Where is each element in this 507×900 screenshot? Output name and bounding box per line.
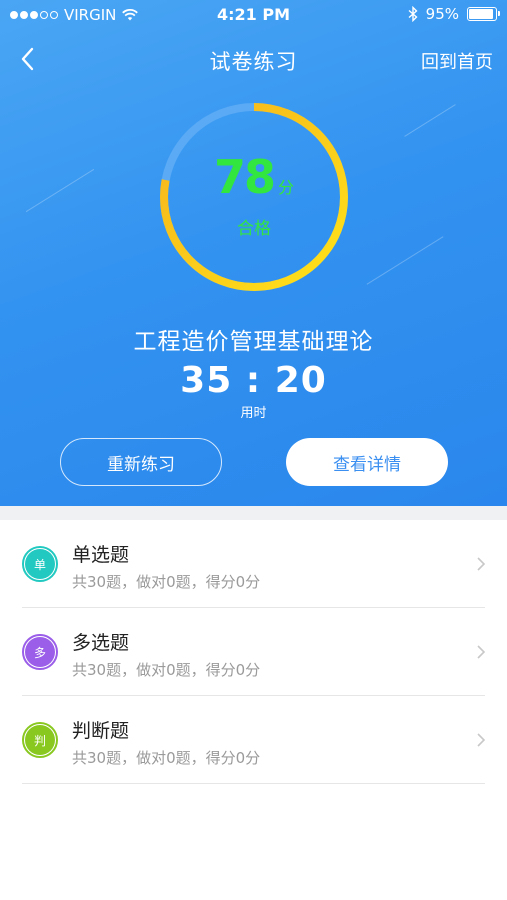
nav-bar: 试卷练习 回到首页: [0, 40, 507, 80]
home-link[interactable]: 回到首页: [421, 48, 493, 74]
section-summary: 共30题，做对0题，得分0分: [72, 749, 261, 767]
list-item-single-choice[interactable]: 单 单选题 共30题，做对0题，得分0分: [0, 520, 507, 608]
single-choice-badge-icon: 单: [22, 546, 58, 582]
list-item-multiple-choice[interactable]: 多 多选题 共30题，做对0题，得分0分: [0, 608, 507, 696]
section-summary: 共30题，做对0题，得分0分: [72, 573, 261, 591]
list-item-true-false[interactable]: 判 判断题 共30题，做对0题，得分0分: [0, 696, 507, 784]
chevron-right-icon: [477, 557, 486, 571]
section-divider: [0, 506, 507, 520]
result-header: VIRGIN 4:21 PM 95% 试卷练习 回到首页 78 分 合格 工程造…: [0, 0, 507, 506]
section-summary: 共30题，做对0题，得分0分: [72, 661, 261, 679]
multiple-choice-badge-icon: 多: [22, 634, 58, 670]
elapsed-time: 35 : 20: [180, 360, 327, 401]
bluetooth-icon: [408, 6, 418, 22]
section-name: 多选题: [72, 632, 130, 654]
pass-status: 合格: [237, 219, 271, 239]
section-name: 判断题: [72, 720, 130, 742]
chevron-right-icon: [477, 733, 486, 747]
chevron-right-icon: [477, 645, 486, 659]
status-bar: VIRGIN 4:21 PM 95%: [0, 0, 507, 30]
section-name: 单选题: [72, 544, 130, 566]
battery-icon: [467, 7, 500, 21]
score-display: 78 分: [154, 150, 354, 204]
question-type-list: 单 单选题 共30题，做对0题，得分0分 多 多选题 共30题，做对0题，得分0…: [0, 520, 507, 784]
score-unit: 分: [278, 178, 295, 197]
score-value: 78: [213, 150, 276, 204]
elapsed-label: 用时: [240, 406, 267, 421]
exam-subject: 工程造价管理基础理论: [133, 329, 374, 355]
retry-button[interactable]: 重新练习: [60, 438, 222, 486]
view-details-button[interactable]: 查看详情: [286, 438, 448, 486]
battery-percent: 95%: [425, 5, 459, 23]
true-false-badge-icon: 判: [22, 722, 58, 758]
